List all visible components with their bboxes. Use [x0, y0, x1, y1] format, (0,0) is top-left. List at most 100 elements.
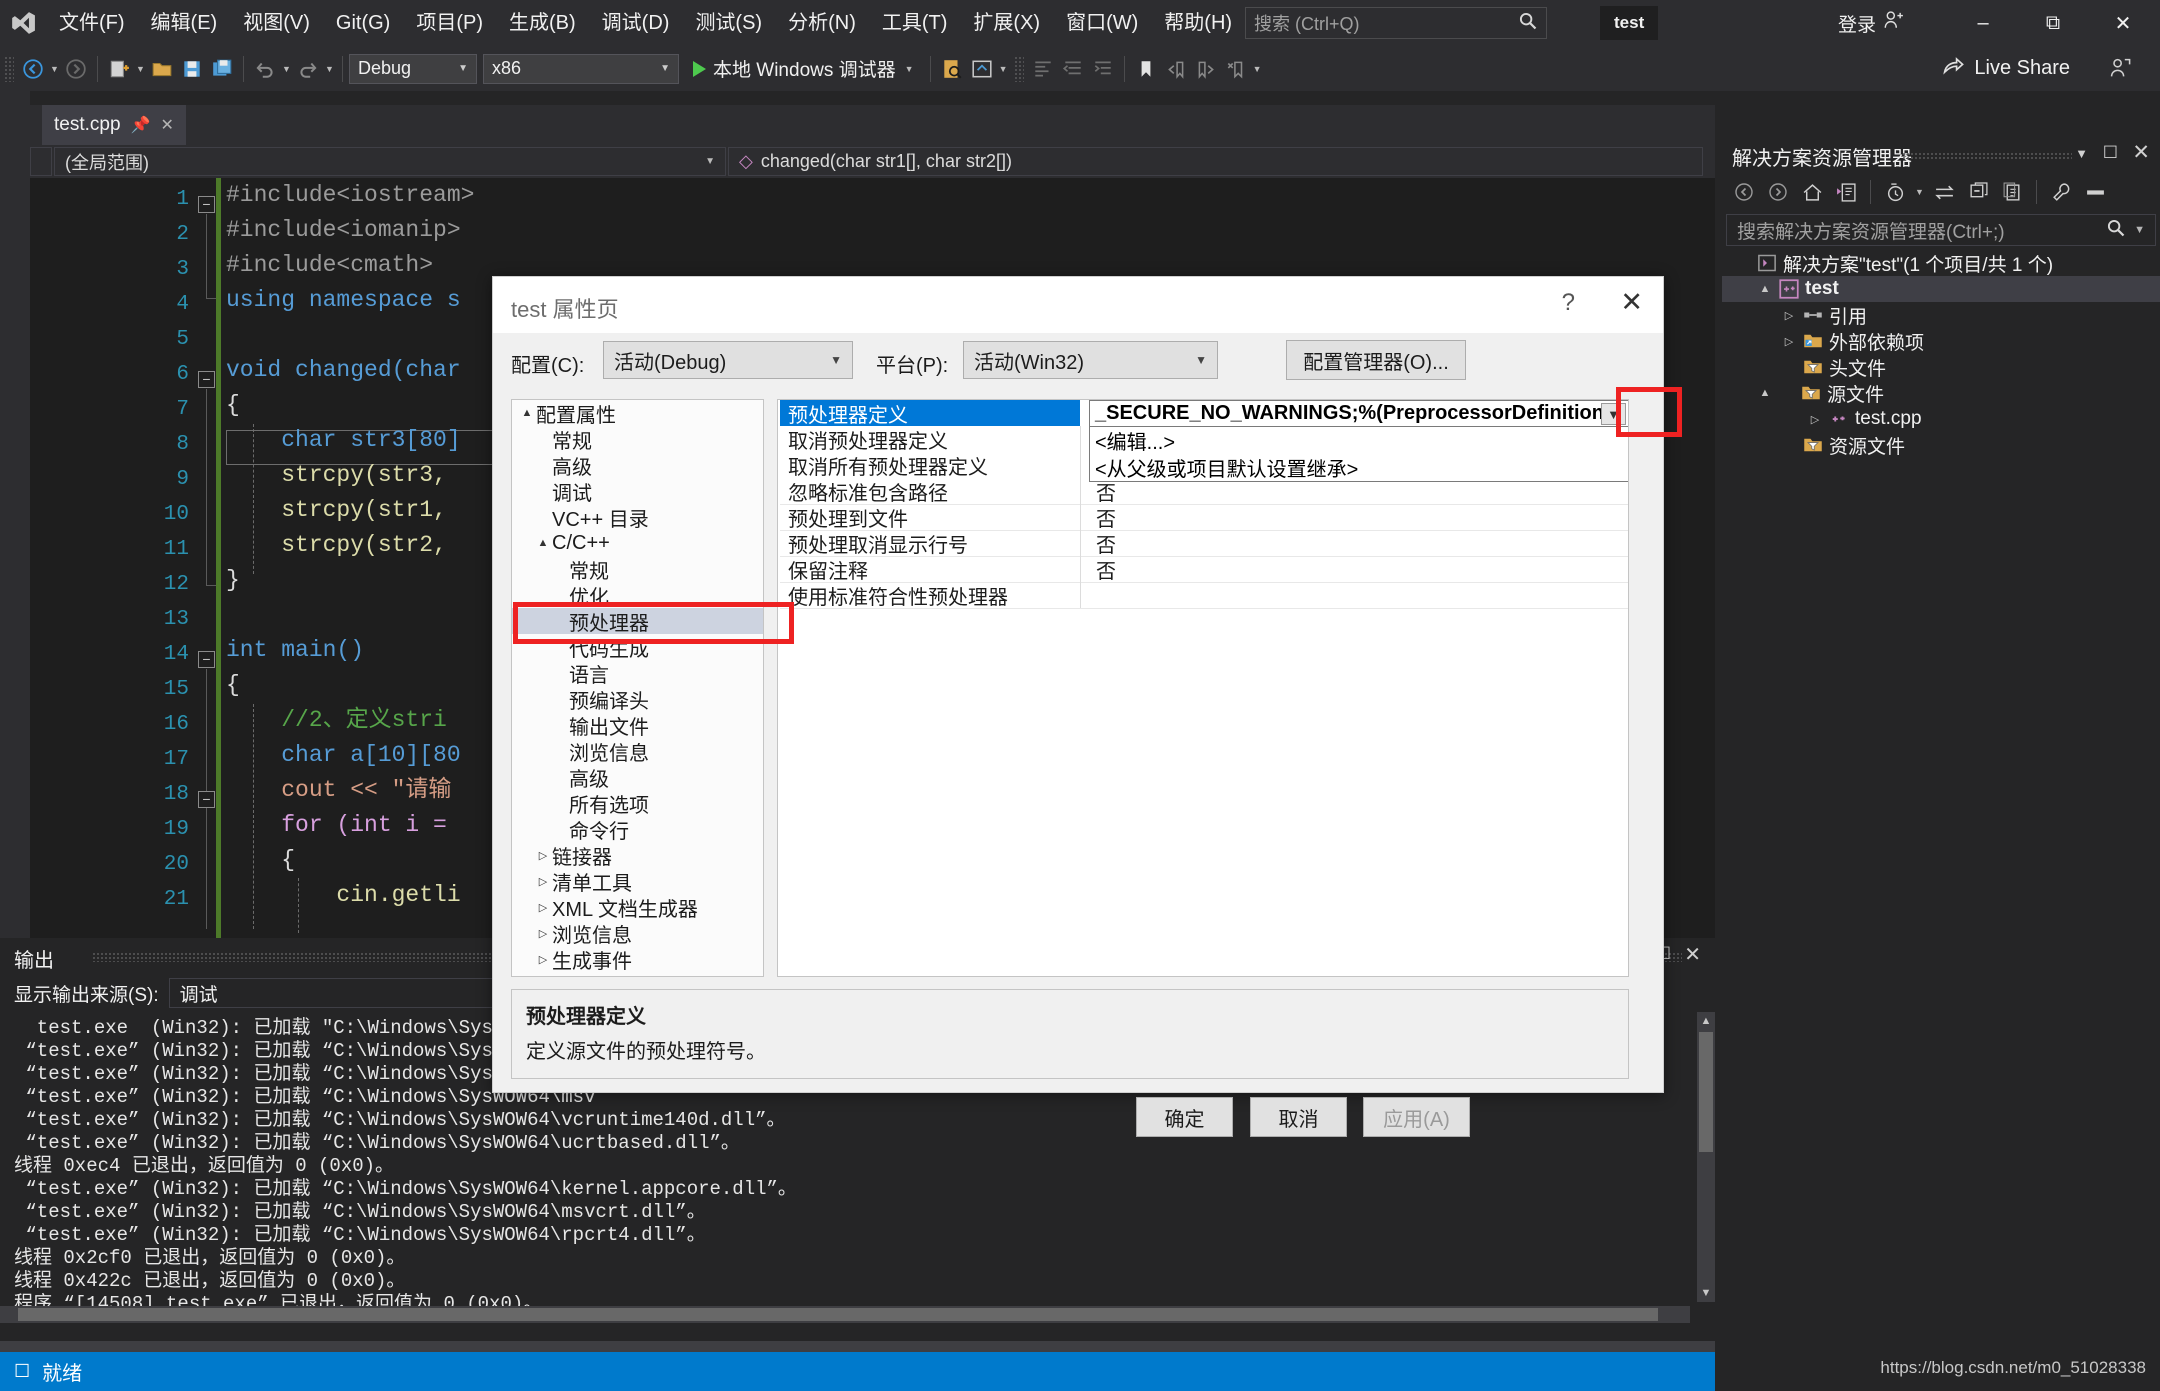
sign-in-button[interactable]: 登录: [1838, 8, 1904, 38]
tree-expander[interactable]: ▷: [534, 927, 552, 940]
tree-expander[interactable]: ▷: [534, 849, 552, 862]
previous-bookmark-icon[interactable]: [1161, 53, 1191, 85]
grid-row-keep-comments[interactable]: 保留注释 否: [778, 556, 1628, 583]
tree-expander[interactable]: ▷: [1804, 413, 1826, 426]
menu-item-git[interactable]: Git(G): [323, 0, 403, 46]
fold-toggle-icon[interactable]: −: [198, 651, 215, 668]
window-restore-button[interactable]: ⧉: [2022, 0, 2084, 46]
fold-toggle-icon[interactable]: −: [198, 371, 215, 388]
tree-item-c-cpp[interactable]: ▲ C/C++: [512, 530, 763, 556]
window-minimize-button[interactable]: –: [1952, 0, 2014, 46]
tree-item-advanced[interactable]: 高级: [512, 452, 763, 479]
menu-item-test[interactable]: 测试(S): [682, 0, 775, 46]
solution-node[interactable]: 解决方案"test"(1 个项目/共 1 个): [1722, 250, 2160, 276]
tree-item-code-generation[interactable]: 代码生成: [512, 634, 763, 661]
forward-icon[interactable]: [1762, 176, 1794, 208]
tree-expander[interactable]: ▷: [1778, 335, 1800, 348]
grid-property-value[interactable]: 否: [1090, 504, 1116, 531]
chevron-down-icon[interactable]: ▼: [2075, 146, 2088, 161]
save-all-icon[interactable]: [207, 53, 237, 85]
show-all-files-icon[interactable]: [1996, 176, 2028, 208]
configuration-combo[interactable]: 活动(Debug) ▼: [603, 341, 853, 379]
solution-configuration-combo[interactable]: Debug ▼: [349, 53, 477, 84]
chevron-down-icon[interactable]: ▼: [1913, 187, 1926, 197]
tree-node-external-dependencies[interactable]: ▷ 外部依赖项: [1722, 328, 2160, 354]
grid-row-use-standard-conforming-preprocessor[interactable]: 使用标准符合性预处理器: [778, 582, 1628, 609]
home-window-icon[interactable]: [967, 53, 997, 85]
tree-expander[interactable]: ▲: [518, 407, 536, 419]
output-close-icon[interactable]: ✕: [1684, 942, 1701, 967]
tree-item-debugging[interactable]: 调试: [512, 478, 763, 505]
start-debugging-button[interactable]: 本地 Windows 调试器 ▼: [685, 53, 924, 85]
properties-wrench-icon[interactable]: [2045, 176, 2077, 208]
tree-expander[interactable]: ▲: [534, 537, 552, 549]
home-icon[interactable]: [1796, 176, 1828, 208]
ok-button[interactable]: 确定: [1136, 1097, 1233, 1137]
grid-row-preprocess-suppress-line-numbers[interactable]: 预处理取消显示行号 否: [778, 530, 1628, 557]
navigate-forward-icon[interactable]: [61, 53, 91, 85]
cancel-button[interactable]: 取消: [1250, 1097, 1347, 1137]
new-project-dropdown-icon[interactable]: ▼: [134, 64, 147, 74]
save-icon[interactable]: [177, 53, 207, 85]
property-category-tree[interactable]: ▲ 配置属性 常规 高级 调试 VC++ 目录 ▲ C/C++ 常规 优化 预处…: [511, 399, 764, 977]
maximize-icon[interactable]: ☐: [2103, 143, 2118, 163]
tree-expander[interactable]: ▷: [534, 875, 552, 888]
tree-item-preprocessor[interactable]: 预处理器: [512, 608, 763, 635]
toolbar-grip[interactable]: [4, 55, 14, 82]
member-combo[interactable]: ◇ changed(char str1[], char str2[]): [728, 147, 1703, 176]
menu-item-window[interactable]: 窗口(W): [1053, 0, 1151, 46]
feedback-icon[interactable]: [2108, 56, 2132, 86]
tree-item-custom-build-step[interactable]: ▷ 自定义生成步骤: [512, 972, 763, 976]
tree-item-manifest-tool[interactable]: ▷ 清单工具: [512, 868, 763, 895]
tree-node-resource-files[interactable]: 资源文件: [1722, 432, 2160, 458]
menu-item-file[interactable]: 文件(F): [46, 0, 138, 46]
menu-item-debug[interactable]: 调试(D): [589, 0, 683, 46]
pending-changes-icon[interactable]: [1879, 176, 1911, 208]
grid-property-value[interactable]: 否: [1090, 556, 1116, 583]
configuration-manager-button[interactable]: 配置管理器(O)...: [1286, 340, 1466, 380]
apply-button[interactable]: 应用(A): [1363, 1097, 1470, 1137]
solution-explorer-drag-handle[interactable]: [1902, 152, 2072, 161]
tree-node-references[interactable]: ▷ 引用: [1722, 302, 2160, 328]
scrollbar-thumb[interactable]: [1699, 1032, 1713, 1152]
undo-icon[interactable]: [250, 53, 280, 85]
preview-selected-items-icon[interactable]: [2079, 176, 2111, 208]
scroll-down-icon[interactable]: ▼: [1697, 1284, 1715, 1302]
output-vertical-scrollbar[interactable]: ▲ ▼: [1697, 1012, 1715, 1302]
tree-node-header-files[interactable]: 头文件: [1722, 354, 2160, 380]
menu-item-tools[interactable]: 工具(T): [869, 0, 961, 46]
collapse-all-icon[interactable]: [1962, 176, 1994, 208]
tree-expander[interactable]: ▲: [1754, 283, 1776, 295]
indent-icon[interactable]: [1088, 53, 1118, 85]
tree-item-language[interactable]: 语言: [512, 660, 763, 687]
tree-item-build-events[interactable]: ▷ 生成事件: [512, 946, 763, 973]
outdent-icon[interactable]: [1058, 53, 1088, 85]
dropdown-item-edit[interactable]: <编辑...>: [1090, 427, 1628, 454]
tree-item-ccpp-general[interactable]: 常规: [512, 556, 763, 583]
tree-item-output-files[interactable]: 输出文件: [512, 712, 763, 739]
document-tab-test-cpp[interactable]: test.cpp 📌 ✕: [42, 105, 186, 145]
navigate-back-dropdown-icon[interactable]: ▼: [48, 64, 61, 74]
home-window-dropdown-icon[interactable]: ▼: [997, 64, 1010, 74]
global-search-box[interactable]: 搜索 (Ctrl+Q): [1245, 7, 1547, 39]
clear-bookmarks-icon[interactable]: [1221, 53, 1251, 85]
tree-item-linker[interactable]: ▷ 链接器: [512, 842, 763, 869]
navigate-back-icon[interactable]: [18, 53, 48, 85]
grid-property-value[interactable]: 否: [1090, 530, 1116, 557]
menu-item-help[interactable]: 帮助(H): [1151, 0, 1245, 46]
toolbar-grip-2[interactable]: [1013, 55, 1024, 82]
tree-item-precompiled-headers[interactable]: 预编译头: [512, 686, 763, 713]
tree-node-test-cpp[interactable]: ▷ test.cpp: [1722, 406, 2160, 432]
next-bookmark-icon[interactable]: [1191, 53, 1221, 85]
toolbar-overflow-icon[interactable]: ▼: [1251, 64, 1264, 74]
start-debugging-dropdown-icon[interactable]: ▼: [903, 64, 916, 74]
fold-toggle-icon[interactable]: −: [198, 791, 215, 808]
pin-icon[interactable]: 📌: [131, 115, 151, 135]
tree-expander[interactable]: ▷: [534, 901, 552, 914]
tree-item-ccpp-advanced[interactable]: 高级: [512, 764, 763, 791]
platform-combo[interactable]: 活动(Win32) ▼: [963, 341, 1218, 379]
menu-item-analyze[interactable]: 分析(N): [775, 0, 869, 46]
close-icon[interactable]: ✕: [2132, 140, 2150, 165]
output-horizontal-scrollbar[interactable]: [0, 1306, 1690, 1323]
tree-item-command-line[interactable]: 命令行: [512, 816, 763, 843]
